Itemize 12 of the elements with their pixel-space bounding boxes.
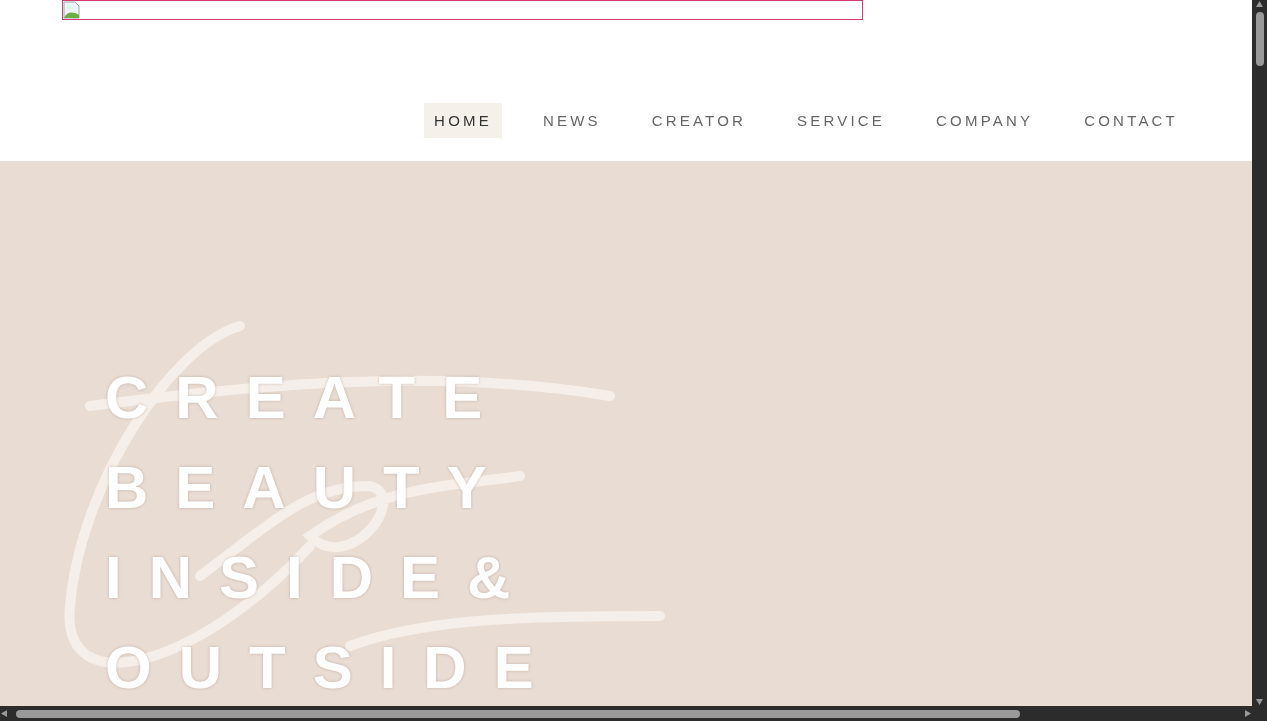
scroll-up-icon[interactable]	[1255, 0, 1264, 8]
nav-link[interactable]: NEWS	[532, 103, 611, 138]
nav-link[interactable]: HOME	[424, 103, 502, 138]
scrollbar-thumb[interactable]	[16, 709, 1020, 718]
nav-link[interactable]: CREATOR	[641, 103, 757, 138]
nav-link[interactable]: SERVICE	[787, 103, 896, 138]
scrollbar-thumb[interactable]	[1255, 12, 1264, 66]
scroll-down-icon[interactable]	[1255, 698, 1264, 706]
broken-image-icon	[63, 1, 81, 19]
scroll-left-icon[interactable]	[0, 709, 8, 718]
nav-link[interactable]: COMPANY	[926, 103, 1044, 138]
nav-link[interactable]: CONTACT	[1074, 103, 1188, 138]
